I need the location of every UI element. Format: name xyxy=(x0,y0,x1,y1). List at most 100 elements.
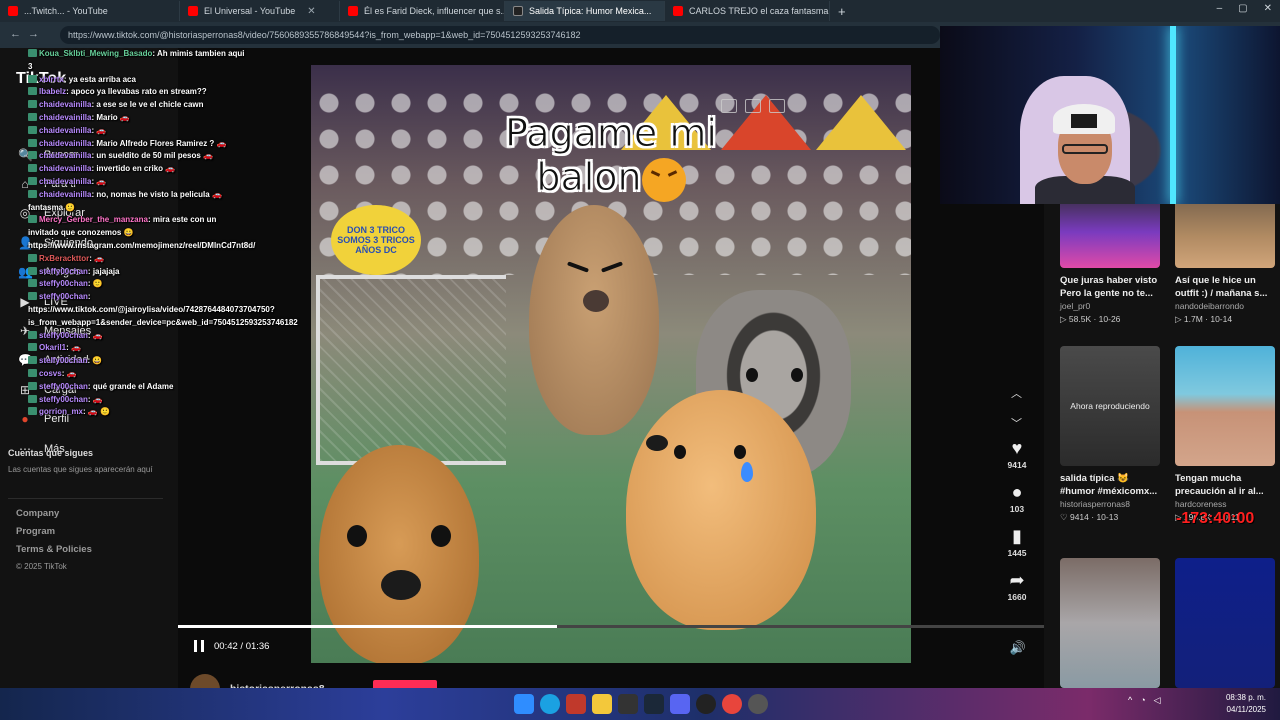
video-card-author[interactable]: nandodeibarrondo xyxy=(1175,300,1275,313)
chat-badge-icon xyxy=(28,176,37,185)
chat-text: un sueldito de 50 mil pesos 🚗 xyxy=(96,151,214,161)
chat-badge-icon xyxy=(28,330,37,339)
chevron-up-icon[interactable]: ^ xyxy=(1128,695,1132,706)
chat-username[interactable]: chaidevainilla xyxy=(39,151,91,160)
chevron-down-icon[interactable]: ﹀ xyxy=(1011,415,1022,431)
tiktok-icon xyxy=(513,6,523,16)
video-card[interactable]: Que juras haber visto Pero la gente no t… xyxy=(1060,188,1160,326)
pause-icon[interactable] xyxy=(194,640,204,652)
footer-link-company[interactable]: Company xyxy=(16,508,92,526)
forward-icon[interactable]: → xyxy=(28,28,39,40)
led-light xyxy=(1170,26,1176,204)
follow-button[interactable] xyxy=(373,680,437,688)
chat-username[interactable]: chaidevainilla xyxy=(39,100,91,109)
steam-icon[interactable] xyxy=(644,694,664,714)
progress-bar[interactable] xyxy=(178,625,1044,628)
video-thumbnail[interactable] xyxy=(1175,558,1275,688)
share-button[interactable]: ➦ 1660 xyxy=(1008,570,1027,614)
chat-username[interactable]: cosvs xyxy=(39,369,62,378)
tab-title: CARLOS TREJO el caza fantasma... xyxy=(689,6,830,16)
obs-icon[interactable] xyxy=(696,694,716,714)
chrome-icon[interactable] xyxy=(722,694,742,714)
chevron-up-icon[interactable]: ︿ xyxy=(1011,385,1022,401)
video-thumbnail[interactable] xyxy=(1175,346,1275,466)
video-card-title: Tengan mucha precaución al ir al... xyxy=(1175,473,1264,497)
video-card-now-playing[interactable]: Ahora reproduciendo salida típica 😺 #hum… xyxy=(1060,346,1160,524)
fullscreen-icon[interactable] xyxy=(745,99,761,113)
windows-start-icon[interactable] xyxy=(514,694,534,714)
video-thumbnail[interactable]: Ahora reproduciendo xyxy=(1060,346,1160,466)
chat-badge-icon xyxy=(28,266,37,275)
video-card-author[interactable]: historiasperronas8 xyxy=(1060,498,1160,511)
video-card[interactable]: Tengan mucha precaución al ir al... hard… xyxy=(1175,346,1275,524)
chat-username[interactable]: chaidevainilla xyxy=(39,177,91,186)
app-icon[interactable] xyxy=(618,694,638,714)
video-card[interactable]: Así que le hice un outfit :) / mañana s.… xyxy=(1175,188,1275,326)
chat-text: 🚗 xyxy=(66,368,77,378)
browser-tab-active[interactable]: Salida Típica: Humor Mexica...✕ xyxy=(505,1,665,21)
stream-chat-overlay: Koua_Sklbti_Mewing_Basado: Ah mimis tamb… xyxy=(28,48,298,419)
chat-text: jajajaja xyxy=(92,266,120,276)
app-icon[interactable] xyxy=(748,694,768,714)
volume-icon[interactable]: 🔊 xyxy=(1010,640,1026,656)
dog-nose xyxy=(646,435,668,451)
file-explorer-icon[interactable] xyxy=(592,694,612,714)
chat-badge-icon xyxy=(28,381,37,390)
video-thumbnail[interactable] xyxy=(1060,558,1160,688)
chat-username[interactable]: RxBerackttor xyxy=(39,254,89,263)
chat-username[interactable]: stelfy00chan xyxy=(39,356,87,365)
chat-username[interactable]: steffy00chan xyxy=(39,382,88,391)
captions-icon[interactable] xyxy=(769,99,785,113)
chat-username[interactable]: chaidevainilla xyxy=(39,113,91,122)
copyright: © 2025 TikTok xyxy=(16,562,67,571)
browser-tab[interactable]: El Universal - YouTube ✕ xyxy=(180,1,340,21)
maximize-button[interactable]: ▢ xyxy=(1238,3,1247,14)
chat-username[interactable]: steffy00chan xyxy=(39,395,88,404)
chat-username[interactable]: chaidevainilla xyxy=(39,139,91,148)
close-icon[interactable]: ✕ xyxy=(307,6,315,17)
chat-username[interactable]: steffy00chan xyxy=(39,279,88,288)
video-player[interactable]: DON 3 TRICO SOMOS 3 TRICOS AÑOS DC Pagam… xyxy=(311,65,911,663)
chat-badge-icon xyxy=(28,394,37,403)
chat-username[interactable]: Okaril1 xyxy=(39,343,66,352)
chat-message: xblrrtx: ya esta arriba aca xyxy=(28,74,248,87)
dog-standing xyxy=(529,205,659,435)
browser-tab[interactable]: CARLOS TREJO el caza fantasma...✕ xyxy=(665,1,830,21)
chat-username[interactable]: lbabelz xyxy=(39,87,66,96)
comment-button[interactable]: ● 103 xyxy=(1010,482,1024,526)
chat-username[interactable]: chaidevainilla xyxy=(39,190,91,199)
browser-tab[interactable]: Él es Farid Dieck, influencer que s...✕ xyxy=(340,1,505,21)
new-tab-button[interactable]: + xyxy=(830,1,854,21)
chat-username[interactable]: Mercy_Gerber_the_manzana xyxy=(39,215,148,224)
chat-message: stelfy00chan: 😀 xyxy=(28,355,248,368)
chat-username[interactable]: chaidevainilla xyxy=(39,164,91,173)
chat-username[interactable]: Koua_Sklbti_Mewing_Basado xyxy=(39,49,152,58)
minimize-button[interactable]: – xyxy=(1217,3,1223,14)
video-card[interactable] xyxy=(1175,558,1275,688)
video-card[interactable] xyxy=(1060,558,1160,688)
edge-icon[interactable] xyxy=(540,694,560,714)
close-window-button[interactable]: ✕ xyxy=(1264,3,1272,14)
chat-username[interactable]: steffy00chan xyxy=(39,331,88,340)
footer-link-program[interactable]: Program xyxy=(16,526,92,544)
save-button[interactable]: ▮ 1445 xyxy=(1008,526,1027,570)
like-button[interactable]: ♥ 9414 xyxy=(1008,438,1027,482)
chat-username[interactable]: xblrrtx xyxy=(39,75,64,84)
back-icon[interactable]: ← xyxy=(10,28,21,40)
chat-username[interactable]: chaidevainilla xyxy=(39,126,91,135)
speaker-icon[interactable]: ◁ xyxy=(1154,695,1161,706)
wifi-icon[interactable]: ◔ xyxy=(1140,695,1145,706)
pip-icon[interactable] xyxy=(721,99,737,113)
app-icon[interactable] xyxy=(566,694,586,714)
system-clock[interactable]: 08:38 p. m. 04/11/2025 xyxy=(1226,692,1266,716)
chat-text: 🚗 🙂 xyxy=(87,407,111,417)
chat-username[interactable]: steffy00chan xyxy=(39,292,88,301)
address-bar[interactable]: https://www.tiktok.com/@historiasperrona… xyxy=(60,26,940,44)
video-card-author[interactable]: joel_pr0 xyxy=(1060,300,1160,313)
chat-username[interactable]: gorrion_mx xyxy=(39,407,83,416)
footer-link-terms[interactable]: Terms & Policies xyxy=(16,544,92,562)
dog-nose xyxy=(583,290,609,312)
browser-tab[interactable]: ...Twitch... - YouTube xyxy=(0,1,180,21)
discord-icon[interactable] xyxy=(670,694,690,714)
chat-username[interactable]: steffy00chan xyxy=(39,267,88,276)
